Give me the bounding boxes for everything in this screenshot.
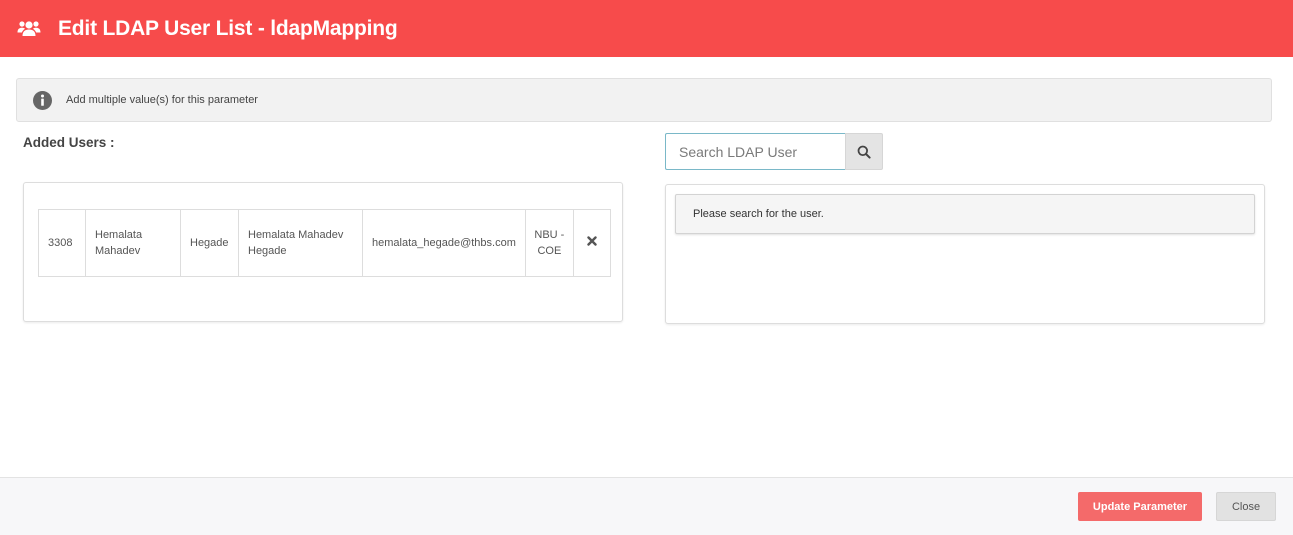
search-results-panel: Please search for the user. [665,184,1265,324]
update-parameter-button[interactable]: Update Parameter [1078,492,1202,521]
search-button[interactable] [845,133,883,170]
last-name-cell: Hegade [180,209,239,277]
modal-title: Edit LDAP User List - ldapMapping [58,16,398,40]
added-users-panel: 3308 Hemalata Mahadev Hegade Hemalata Ma… [23,182,623,322]
ldap-search-input[interactable] [665,133,845,170]
remove-user-button[interactable] [572,209,611,277]
close-button[interactable]: Close [1216,492,1276,521]
search-result-message: Please search for the user. [675,194,1255,234]
modal-header: Edit LDAP User List - ldapMapping [0,0,1293,57]
ldap-search-group [665,133,883,170]
email-cell: hemalata_hegade@thbs.com [362,209,526,277]
added-users-label: Added Users : [23,135,115,150]
added-users-table: 3308 Hemalata Mahadev Hegade Hemalata Ma… [38,209,611,277]
full-name-cell: Hemalata Mahadev Hegade [238,209,363,277]
first-name-cell: Hemalata Mahadev [85,209,181,277]
search-icon[interactable] [857,145,871,159]
modal-footer: Update Parameter Close [0,477,1293,535]
user-id-cell: 3308 [38,209,86,277]
department-cell: NBU - COE [524,209,574,277]
remove-x-icon[interactable] [587,236,597,246]
info-circle-icon [33,90,52,110]
info-text: Add multiple value(s) for this parameter [66,94,258,106]
info-banner: Add multiple value(s) for this parameter [16,78,1272,122]
users-icon [17,19,41,39]
table-row: 3308 Hemalata Mahadev Hegade Hemalata Ma… [38,209,611,277]
